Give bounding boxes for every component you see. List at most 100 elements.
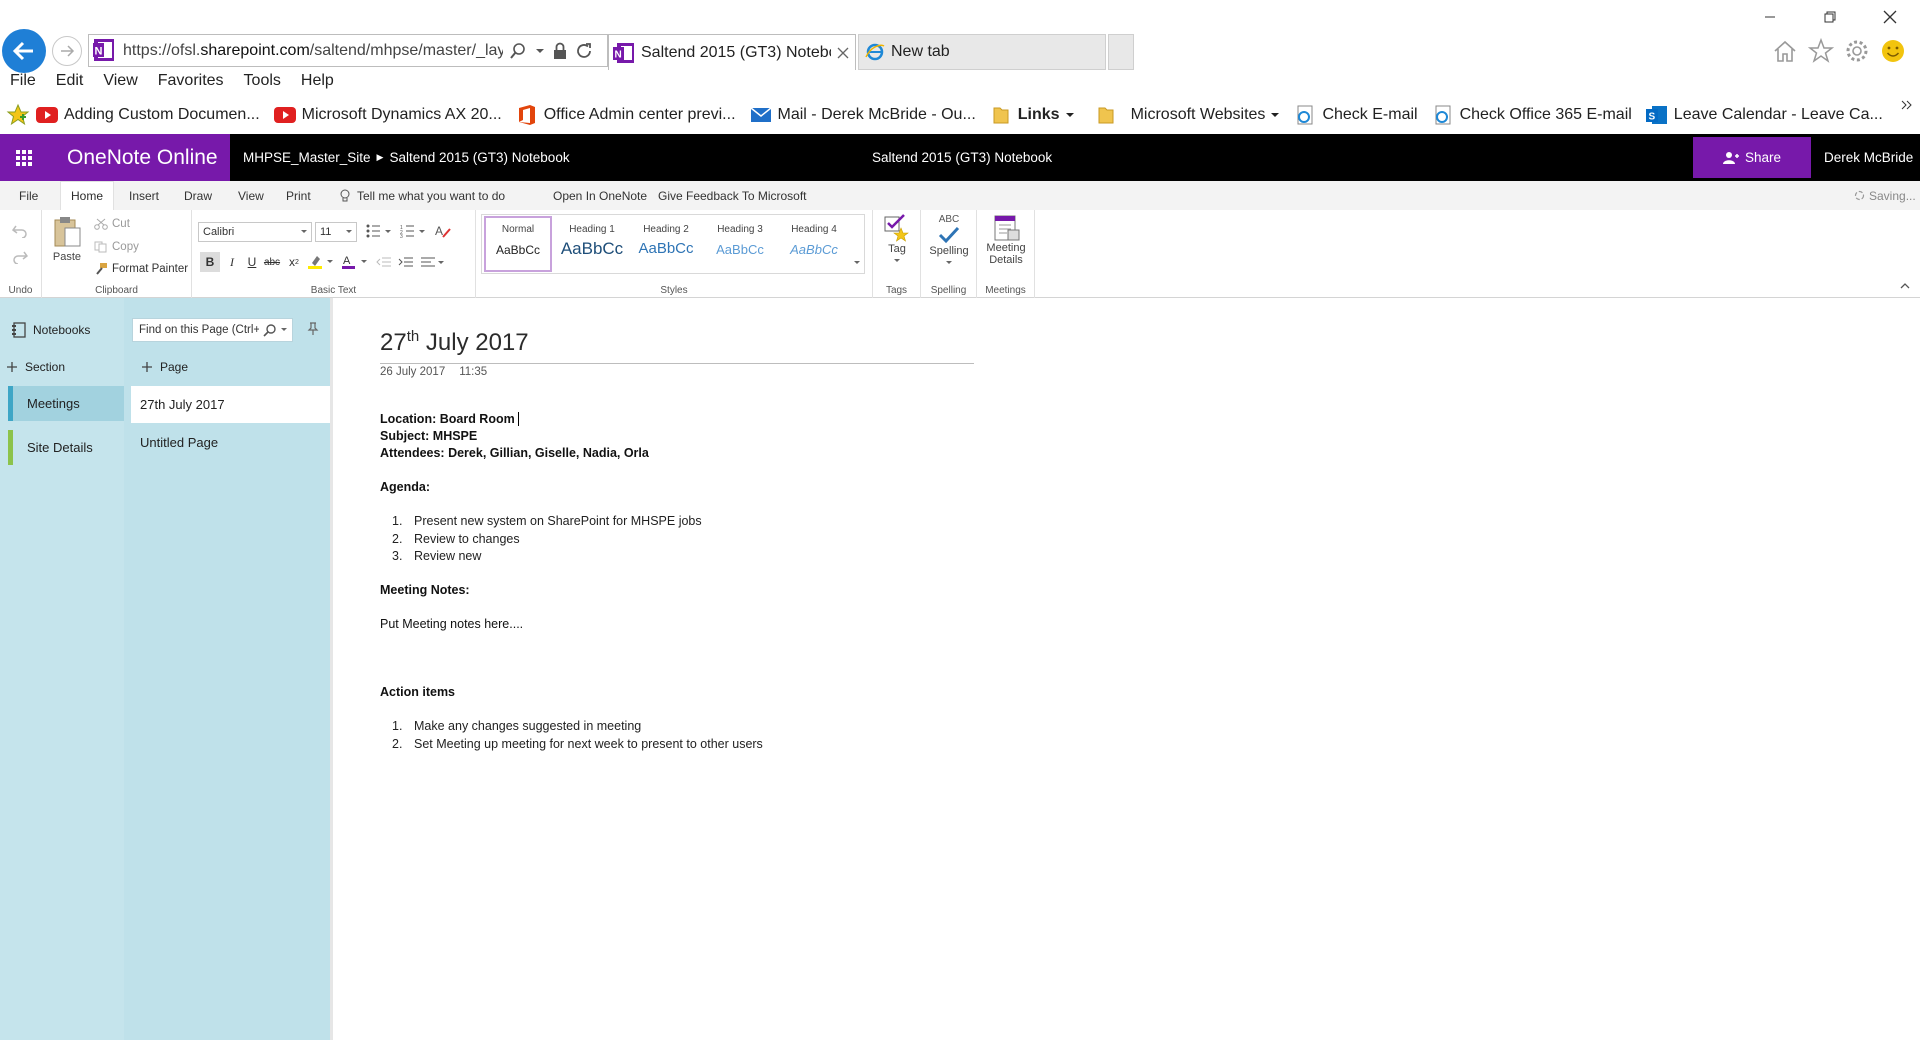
favorite-link[interactable]: Adding Custom Documen... <box>36 104 260 126</box>
menu-favorites[interactable]: Favorites <box>148 72 234 96</box>
bold-button[interactable]: B <box>200 252 220 272</box>
page-item-untitled-page[interactable]: Untitled Page <box>131 424 330 461</box>
star-icon[interactable] <box>1808 38 1834 64</box>
favorite-link[interactable]: Check Office 365 E-mail <box>1432 104 1632 126</box>
agenda-heading[interactable]: Agenda: <box>380 479 430 496</box>
font-size-select[interactable]: 11 <box>315 222 357 242</box>
favorite-folder-websites[interactable]: Microsoft Websites <box>1095 104 1281 126</box>
notes-body[interactable]: Put Meeting notes here.... <box>380 616 523 633</box>
share-button[interactable]: Share <box>1693 137 1811 178</box>
search-icon[interactable] <box>509 42 527 60</box>
tab-new-tab[interactable]: New tab <box>858 34 1106 70</box>
smiley-icon[interactable] <box>1880 38 1906 64</box>
back-button[interactable] <box>2 29 46 73</box>
menu-file[interactable]: File <box>0 72 46 96</box>
redo-icon[interactable] <box>12 250 28 264</box>
notebooks-button[interactable]: Notebooks <box>12 322 90 338</box>
section-site-details[interactable]: Site Details <box>8 430 124 465</box>
font-name-select[interactable]: Calibri <box>198 222 312 242</box>
add-section-button[interactable]: Section <box>7 360 65 374</box>
actions-heading[interactable]: Action items <box>380 684 455 701</box>
dropdown-arrow-icon[interactable] <box>281 327 287 333</box>
close-tab-icon[interactable] <box>837 47 849 59</box>
close-window-button[interactable] <box>1860 0 1920 34</box>
dropdown-arrow-icon[interactable] <box>535 47 545 55</box>
favorite-link[interactable]: Mail - Derek McBride - Ou... <box>750 104 976 126</box>
tab-draw[interactable]: Draw <box>184 181 212 210</box>
numbering-icon[interactable]: 123 <box>400 224 426 238</box>
paste-button[interactable]: Paste <box>52 216 82 263</box>
menu-help[interactable]: Help <box>291 72 344 96</box>
page-title[interactable]: 27th July 2017 <box>380 328 974 364</box>
favorite-link[interactable]: Check E-mail <box>1294 104 1418 126</box>
chevron-right-icon[interactable] <box>1900 98 1914 112</box>
format-painter-button[interactable]: Format Painter <box>94 263 188 275</box>
increase-indent-icon[interactable] <box>398 256 414 268</box>
lock-icon[interactable] <box>553 42 567 60</box>
add-tab-button[interactable] <box>1108 34 1134 70</box>
align-icon[interactable] <box>420 256 444 268</box>
highlight-icon[interactable] <box>308 254 334 270</box>
tab-print[interactable]: Print <box>286 181 311 210</box>
style-normal[interactable]: Normal AaBbCc <box>484 216 552 272</box>
tab-file[interactable]: File <box>19 181 38 210</box>
tab-insert[interactable]: Insert <box>129 181 159 210</box>
spelling-button[interactable]: ABC Spelling <box>925 214 973 266</box>
home-icon[interactable] <box>1772 38 1798 64</box>
page-item-27th-july-2017[interactable]: 27th July 2017 <box>131 386 330 423</box>
subscript-button[interactable]: x2 <box>284 252 304 272</box>
page-canvas[interactable]: 27th July 2017 26 July 2017 11:35 Locati… <box>336 298 1920 1040</box>
favorite-link[interactable]: Microsoft Dynamics AX 20... <box>273 104 502 126</box>
app-launcher-button[interactable] <box>0 134 48 181</box>
style-heading-4[interactable]: Heading 4 AaBbCc <box>778 215 850 273</box>
breadcrumb-notebook[interactable]: Saltend 2015 (GT3) Notebook <box>389 150 569 165</box>
favorite-folder-links[interactable]: Links <box>990 104 1075 126</box>
section-meetings[interactable]: Meetings <box>8 386 124 421</box>
address-bar[interactable]: NN https://ofsl.sharepoint.com/saltend/m… <box>88 34 608 67</box>
strikethrough-button[interactable]: abc <box>262 252 282 272</box>
tag-button[interactable]: Tag <box>882 214 912 264</box>
url-text[interactable]: https://ofsl.sharepoint.com/saltend/mhps… <box>123 42 503 60</box>
copy-button[interactable]: Copy <box>94 241 139 253</box>
note-location[interactable]: Location: Board Room <box>380 411 523 428</box>
tab-home[interactable]: Home <box>60 181 115 210</box>
notes-heading[interactable]: Meeting Notes: <box>380 582 470 599</box>
collapse-ribbon-icon[interactable] <box>1900 282 1910 290</box>
gear-icon[interactable] <box>1844 38 1870 64</box>
menu-view[interactable]: View <box>93 72 147 96</box>
decrease-indent-icon[interactable] <box>376 256 392 268</box>
add-page-button[interactable]: Page <box>142 360 188 374</box>
favorites-star-icon[interactable] <box>6 103 30 127</box>
search-icon[interactable] <box>263 323 277 337</box>
tab-onenote[interactable]: N Saltend 2015 (GT3) Notebo... <box>608 34 856 70</box>
note-subject[interactable]: Subject: MHSPE <box>380 428 477 445</box>
minimize-button[interactable] <box>1740 0 1800 34</box>
clear-formatting-icon[interactable]: A <box>435 223 451 239</box>
tab-view[interactable]: View <box>238 181 264 210</box>
favorite-link[interactable]: Office Admin center previ... <box>516 104 736 126</box>
open-in-onenote-button[interactable]: Open In OneNote <box>553 181 647 210</box>
actions-list[interactable]: 1. Make any changes suggested in meeting … <box>392 718 763 753</box>
favorite-link[interactable]: S Leave Calendar - Leave Ca... <box>1645 104 1883 126</box>
pin-icon[interactable] <box>307 322 319 336</box>
refresh-icon[interactable] <box>575 42 593 60</box>
find-on-page-input[interactable]: Find on this Page (Ctrl+ <box>132 318 293 342</box>
user-name[interactable]: Derek McBride <box>1824 134 1913 181</box>
menu-tools[interactable]: Tools <box>234 72 291 96</box>
italic-button[interactable]: I <box>222 252 242 272</box>
underline-button[interactable]: U <box>242 252 262 272</box>
agenda-list[interactable]: 1. Present new system on SharePoint for M… <box>392 513 702 566</box>
breadcrumb-site[interactable]: MHPSE_Master_Site <box>243 150 371 165</box>
more-styles-icon[interactable] <box>852 259 862 267</box>
tell-me-search[interactable]: Tell me what you want to do <box>339 181 505 210</box>
style-heading-3[interactable]: Heading 3 AaBbCc <box>704 215 776 273</box>
bullets-icon[interactable] <box>366 224 392 238</box>
undo-icon[interactable] <box>12 224 28 238</box>
app-name[interactable]: OneNote Online <box>48 134 230 181</box>
give-feedback-button[interactable]: Give Feedback To Microsoft <box>658 181 807 210</box>
style-heading-1[interactable]: Heading 1 AaBbCc <box>556 215 628 273</box>
meeting-details-button[interactable]: Meeting Details <box>981 214 1031 266</box>
note-attendees[interactable]: Attendees: Derek, Gillian, Giselle, Nadi… <box>380 445 649 462</box>
font-color-icon[interactable]: A <box>342 254 368 270</box>
restore-button[interactable] <box>1800 0 1860 34</box>
